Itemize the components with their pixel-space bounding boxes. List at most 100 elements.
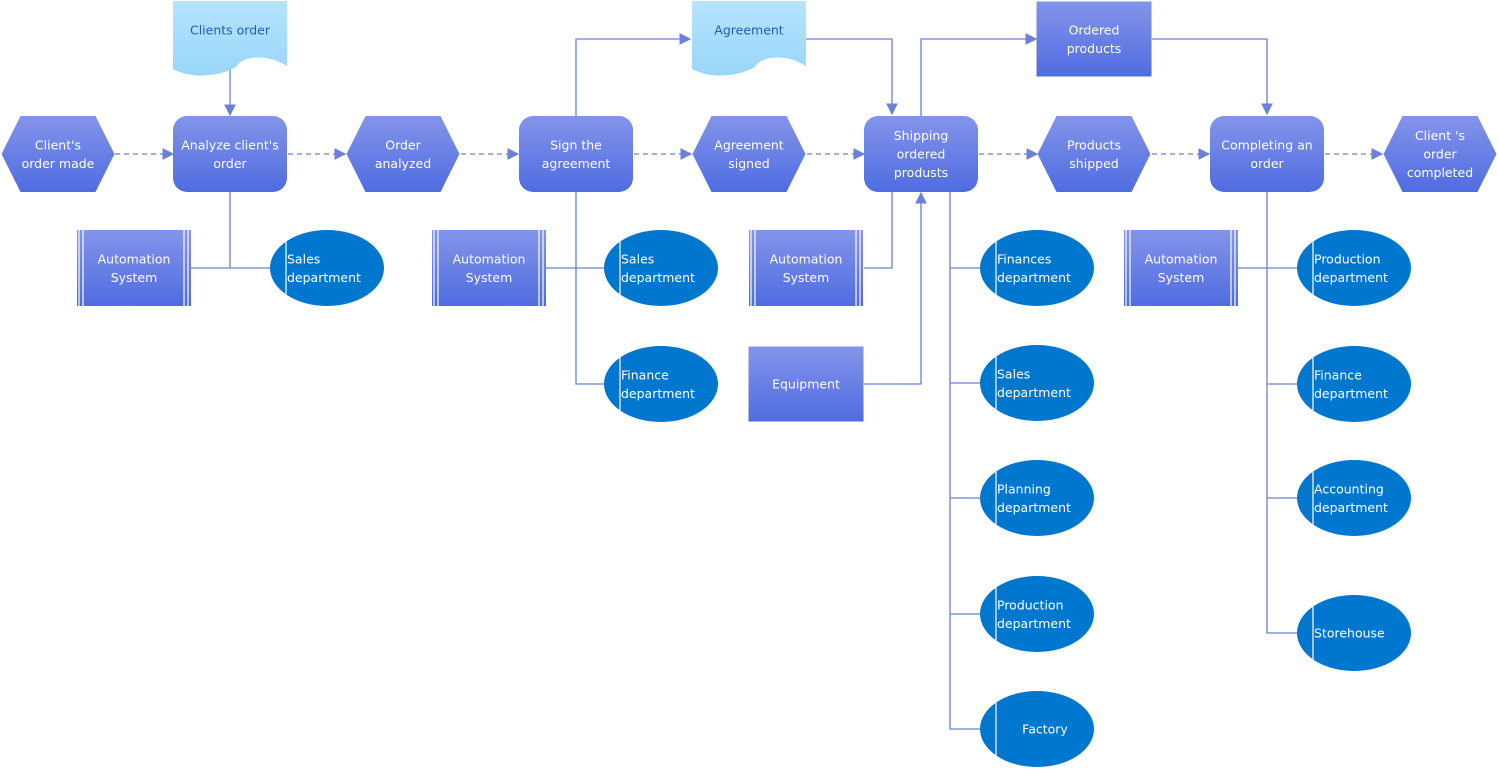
shape-label: Completing an: [1221, 137, 1312, 152]
function-box: [173, 116, 287, 192]
shape-label: System: [111, 270, 158, 285]
info-flow-arrow: [575, 33, 692, 116]
event-hexagon: [346, 116, 460, 192]
shape-label: Ordered: [1069, 22, 1120, 37]
event-hexagon: [1, 116, 115, 192]
system-s2[interactable]: Automation System: [432, 230, 546, 306]
org-unit-o4[interactable]: Finances department: [980, 230, 1094, 306]
org-unit-o1[interactable]: Sales department: [270, 230, 384, 306]
org-unit-ellipse: [270, 230, 384, 306]
assignment-line: [546, 192, 604, 385]
function-box: [1210, 116, 1324, 192]
shape-label: Automation: [98, 251, 171, 266]
shape-label: Finance: [1314, 367, 1362, 382]
shape-label: department: [997, 270, 1071, 285]
info-flow-arrow: [1152, 38, 1273, 116]
event-e5[interactable]: Client 's order completed: [1383, 116, 1497, 192]
shape-label: Shipping: [894, 128, 949, 143]
shape-label: department: [997, 385, 1071, 400]
org-unit-o11[interactable]: Accounting department: [1297, 460, 1411, 536]
shape-label: Client's: [35, 137, 81, 152]
shape-label: Clients order: [190, 23, 271, 38]
shape-label: Production: [997, 597, 1064, 612]
info-flow-arrow: [920, 33, 1038, 116]
shape-label: Production: [1314, 251, 1381, 266]
shape-label: department: [997, 616, 1071, 631]
shape-label: Storehouse: [1314, 626, 1385, 641]
shape-label: Automation: [1145, 251, 1218, 266]
org-unit-o2[interactable]: Sales department: [604, 230, 718, 306]
event-e1[interactable]: Client's order made: [1, 116, 115, 192]
org-unit-ellipse: [604, 346, 718, 422]
org-unit-o10[interactable]: Finance department: [1297, 346, 1411, 422]
system-s4[interactable]: Automation System: [1124, 230, 1238, 306]
document-shape: [692, 1, 806, 76]
shape-label: department: [1314, 500, 1388, 515]
shape-label: Order: [385, 137, 421, 152]
system-s3[interactable]: Automation System: [749, 230, 863, 306]
shape-label: Sales: [997, 366, 1030, 381]
epc-diagram: Client's order made Order analyzed Agreement…: [1, 1, 1497, 767]
shape-label: Automation: [453, 251, 526, 266]
shape-label: order: [1250, 156, 1284, 171]
shape-label: completed: [1407, 165, 1473, 180]
shape-label: System: [466, 270, 513, 285]
function-f4[interactable]: Completing an order: [1210, 116, 1324, 192]
resource-box: [1036, 1, 1152, 77]
shape-label: products: [1067, 41, 1122, 56]
shape-label: order: [1423, 147, 1457, 162]
info-flow-arrow: [806, 38, 898, 116]
org-unit-o6[interactable]: Planning department: [980, 460, 1094, 536]
shape-label: Finance: [621, 367, 669, 382]
shape-label: order: [213, 156, 247, 171]
org-unit-o5[interactable]: Sales department: [980, 345, 1094, 421]
function-box: [519, 116, 633, 192]
org-unit-ellipse: [1297, 230, 1411, 306]
shape-label: department: [997, 500, 1071, 515]
org-unit-o7[interactable]: Production department: [980, 576, 1094, 652]
org-unit-o12[interactable]: Storehouse: [1297, 595, 1411, 671]
shape-label: Client 's: [1415, 128, 1465, 143]
shape-label: Agreement: [714, 137, 784, 152]
document-d2[interactable]: Agreement: [692, 1, 806, 76]
shape-label: ordered: [897, 147, 946, 162]
function-f2[interactable]: Sign the agreement: [519, 116, 633, 192]
org-unit-o8[interactable]: Factory: [980, 691, 1094, 767]
event-e3[interactable]: Agreement signed: [692, 116, 806, 192]
resource-r2[interactable]: Equipment: [748, 346, 864, 422]
shape-label: shipped: [1069, 156, 1118, 171]
shape-label: department: [287, 270, 361, 285]
org-unit-ellipse: [980, 576, 1094, 652]
function-f1[interactable]: Analyze client's order: [173, 116, 287, 192]
resource-r1[interactable]: Ordered products: [1036, 1, 1152, 77]
system-s1[interactable]: Automation System: [77, 230, 191, 306]
shape-label: Accounting: [1314, 481, 1384, 496]
shape-label: department: [621, 270, 695, 285]
system-box: [432, 230, 546, 306]
shape-label: System: [783, 270, 830, 285]
org-unit-ellipse: [1297, 346, 1411, 422]
org-unit-o9[interactable]: Production department: [1297, 230, 1411, 306]
system-box: [749, 230, 863, 306]
assignment-line: [949, 192, 980, 730]
shape-label: Finances: [997, 251, 1051, 266]
shape-label: Products: [1067, 137, 1121, 152]
shape-label: Agreement: [714, 23, 784, 38]
shape-label: Sales: [287, 251, 320, 266]
shape-label: Factory: [1022, 722, 1068, 737]
event-e4[interactable]: Products shipped: [1037, 116, 1151, 192]
org-unit-ellipse: [980, 460, 1094, 536]
function-f3[interactable]: Shipping ordered produsts: [864, 116, 978, 192]
org-unit-o3[interactable]: Finance department: [604, 346, 718, 422]
assignment-line: [864, 192, 893, 269]
document-d1[interactable]: Clients order: [173, 1, 287, 76]
shape-label: agreement: [542, 156, 611, 171]
shape-label: Analyze client's: [181, 137, 279, 152]
event-e2[interactable]: Order analyzed: [346, 116, 460, 192]
org-unit-ellipse: [604, 230, 718, 306]
shape-label: Equipment: [772, 377, 840, 392]
assignment-line: [1238, 192, 1297, 634]
shape-label: signed: [728, 156, 769, 171]
org-unit-ellipse: [980, 345, 1094, 421]
document-shape: [173, 1, 287, 76]
